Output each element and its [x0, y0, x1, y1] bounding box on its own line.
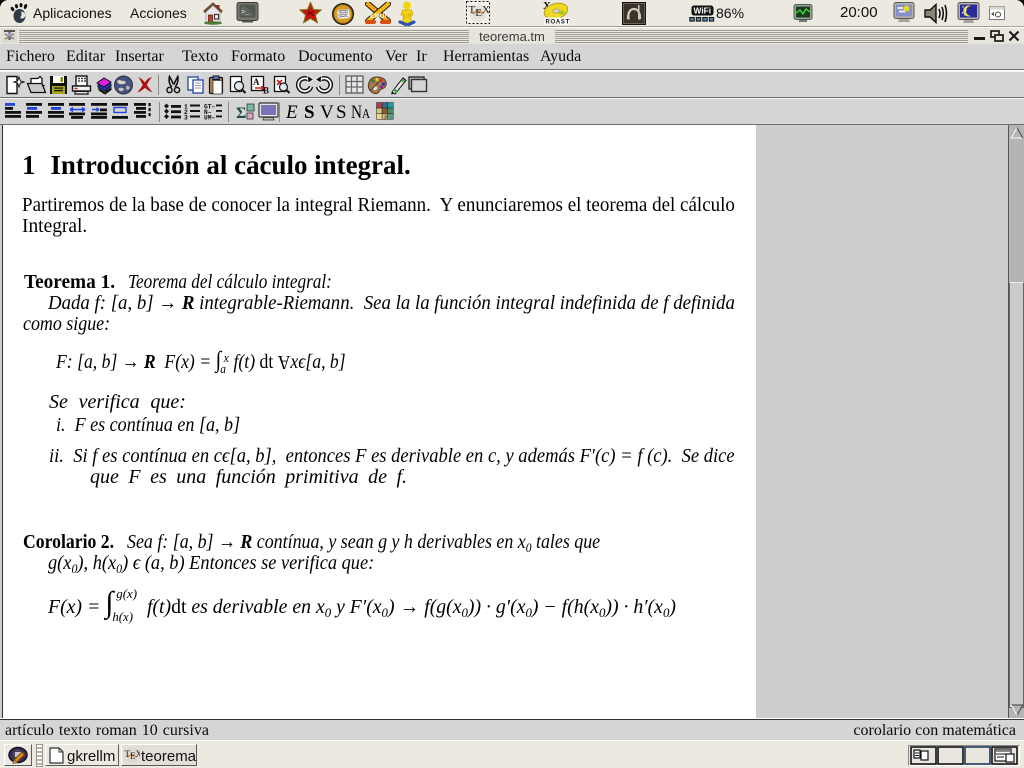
svg-text:3: 3: [184, 115, 188, 120]
svg-text:Σ: Σ: [236, 105, 246, 122]
svg-text:EMU!: EMU!: [370, 13, 387, 20]
svg-text:B: B: [263, 86, 269, 96]
svg-text:A: A: [253, 77, 260, 87]
svg-text:WiFi: WiFi: [694, 6, 712, 16]
svg-text:UM–: UM–: [204, 115, 215, 120]
svg-text:ROAST: ROAST: [546, 20, 571, 26]
svg-text:US: US: [403, 14, 411, 20]
svg-text:>_: >_: [241, 9, 250, 17]
